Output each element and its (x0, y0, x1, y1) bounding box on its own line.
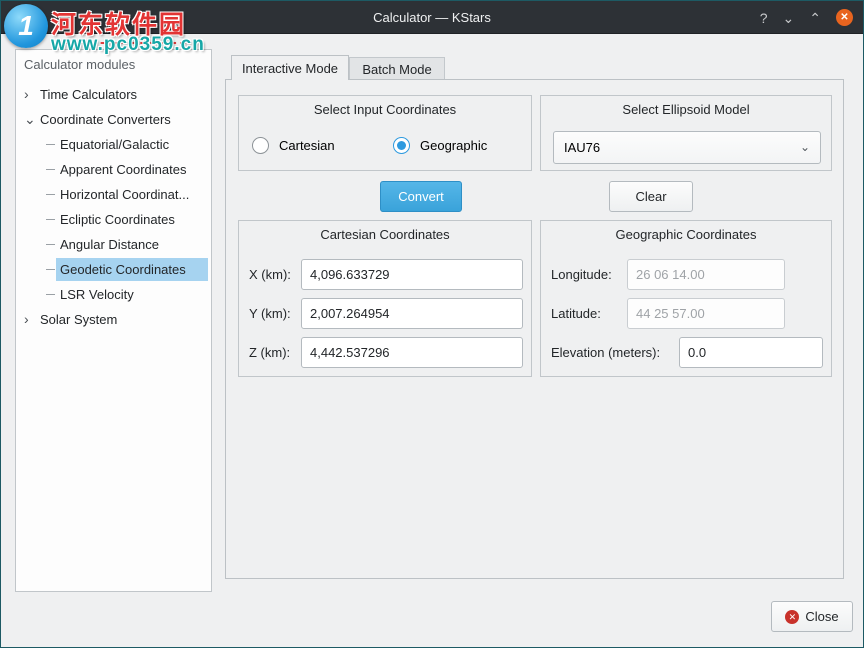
sidebar-item-time-calculators[interactable]: › Time Calculators (16, 82, 211, 107)
group-title: Select Input Coordinates (239, 102, 531, 117)
cartesian-radio[interactable] (252, 137, 269, 154)
longitude-field (627, 259, 785, 290)
chevron-down-icon[interactable]: ⌄ (783, 10, 795, 26)
sidebar-item-horizontal-coordinates[interactable]: Horizontal Coordinat... (16, 182, 211, 207)
select-ellipsoid-model-group: Select Ellipsoid Model IAU76 ⌄ (540, 95, 832, 171)
sidebar-item-solar-system[interactable]: › Solar System (16, 307, 211, 332)
sidebar-item-label: Equatorial/Galactic (60, 132, 169, 157)
latitude-label: Latitude: (551, 298, 601, 329)
elevation-label: Elevation (meters): (551, 337, 660, 368)
ellipsoid-model-select[interactable]: IAU76 ⌄ (553, 131, 821, 164)
sidebar-item-equatorial-galactic[interactable]: Equatorial/Galactic (16, 132, 211, 157)
chevron-right-icon[interactable]: › (24, 82, 29, 107)
group-title: Geographic Coordinates (541, 227, 831, 242)
sidebar-item-label: LSR Velocity (60, 282, 134, 307)
sidebar-item-label: Time Calculators (40, 82, 137, 107)
sidebar-item-coordinate-converters[interactable]: ⌄ Coordinate Converters (16, 107, 211, 132)
help-icon[interactable]: ? (760, 10, 768, 26)
tree-branch-icon (46, 144, 55, 145)
chevron-down-icon: ⌄ (800, 132, 810, 163)
longitude-label: Longitude: (551, 259, 612, 290)
sidebar-item-lsr-velocity[interactable]: LSR Velocity (16, 282, 211, 307)
close-red-x-icon: ✕ (785, 610, 799, 624)
close-button-label: Close (805, 609, 838, 624)
sidebar-item-label: Solar System (40, 307, 117, 332)
group-title: Cartesian Coordinates (239, 227, 531, 242)
y-km-label: Y (km): (249, 298, 291, 329)
watermark-logo-icon: 1 (4, 4, 48, 48)
tree-branch-icon (46, 219, 55, 220)
kstars-calculator-window: Calculator — KStars ? ⌄ ⌃ ✕ 1 河东软件园 www.… (0, 0, 864, 648)
sidebar-item-angular-distance[interactable]: Angular Distance (16, 232, 211, 257)
chevron-down-icon[interactable]: ⌄ (24, 107, 36, 132)
ellipsoid-selected-value: IAU76 (564, 132, 600, 163)
calculator-modules-panel: Calculator modules › Time Calculators ⌄ … (15, 49, 212, 592)
tab-interactive-mode[interactable]: Interactive Mode (231, 55, 349, 80)
modules-header: Calculator modules (24, 57, 135, 72)
sidebar-item-label: Angular Distance (60, 232, 159, 257)
watermark-site-url: www.pc0359.cn (51, 34, 205, 56)
tree-branch-icon (46, 169, 55, 170)
group-title: Select Ellipsoid Model (541, 102, 831, 117)
sidebar-item-geodetic-coordinates[interactable]: Geodetic Coordinates (16, 257, 211, 282)
close-button[interactable]: ✕ Close (771, 601, 853, 632)
chevron-right-icon[interactable]: › (24, 307, 29, 332)
geographic-radio[interactable] (393, 137, 410, 154)
clear-button[interactable]: Clear (609, 181, 693, 212)
tree-branch-icon (46, 294, 55, 295)
tab-batch-mode[interactable]: Batch Mode (349, 57, 445, 80)
z-km-label: Z (km): (249, 337, 290, 368)
close-window-icon[interactable]: ✕ (836, 9, 853, 26)
geographic-radio-label[interactable]: Geographic (420, 133, 487, 159)
sidebar-item-label: Horizontal Coordinat... (60, 182, 189, 207)
tree-branch-icon (46, 269, 55, 270)
x-km-field[interactable] (301, 259, 523, 290)
convert-button[interactable]: Convert (380, 181, 462, 212)
sidebar-item-apparent-coordinates[interactable]: Apparent Coordinates (16, 157, 211, 182)
z-km-field[interactable] (301, 337, 523, 368)
sidebar-item-ecliptic-coordinates[interactable]: Ecliptic Coordinates (16, 207, 211, 232)
tree-branch-icon (46, 244, 55, 245)
titlebar-controls: ? ⌄ ⌃ ✕ (760, 1, 853, 34)
tree-branch-icon (46, 194, 55, 195)
sidebar-item-label: Apparent Coordinates (60, 157, 186, 182)
elevation-field[interactable] (679, 337, 823, 368)
cartesian-radio-label[interactable]: Cartesian (279, 133, 335, 159)
x-km-label: X (km): (249, 259, 291, 290)
y-km-field[interactable] (301, 298, 523, 329)
geographic-coordinates-group: Geographic Coordinates Longitude: Latitu… (540, 220, 832, 377)
sidebar-item-label: Ecliptic Coordinates (60, 207, 175, 232)
sidebar-item-label: Coordinate Converters (40, 107, 171, 132)
tab-content-panel: Select Input Coordinates Cartesian Geogr… (225, 79, 844, 579)
cartesian-coordinates-group: Cartesian Coordinates X (km): Y (km): Z … (238, 220, 532, 377)
sidebar-item-label: Geodetic Coordinates (60, 257, 186, 282)
latitude-field (627, 298, 785, 329)
select-input-coordinates-group: Select Input Coordinates Cartesian Geogr… (238, 95, 532, 171)
chevron-up-icon[interactable]: ⌃ (809, 10, 821, 26)
